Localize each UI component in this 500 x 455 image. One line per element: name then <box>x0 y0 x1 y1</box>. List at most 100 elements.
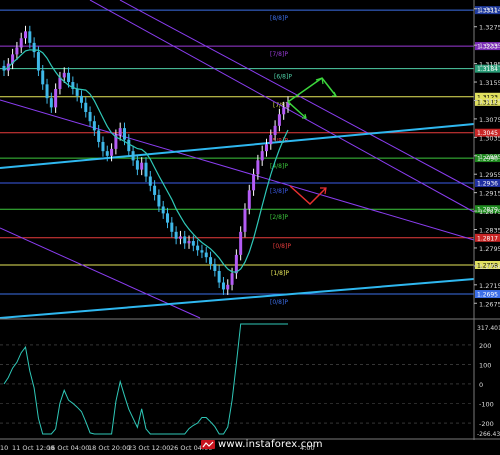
price-tick-label-4: 1.3155 <box>479 79 500 87</box>
candle-body <box>200 250 204 253</box>
murrey-label-2: [6/8]P <box>274 74 292 81</box>
price-tick-label-0: 1.3314 <box>479 6 500 14</box>
candle-body <box>277 114 281 126</box>
price-tick-label-16: 1.2675 <box>479 300 500 308</box>
candle-body <box>97 130 101 142</box>
cci-top-tag: 317.4012 <box>477 325 500 332</box>
cci-tick-1: 100 <box>479 361 491 369</box>
candle-body <box>148 176 152 186</box>
cci-tick-4: -200 <box>479 420 494 428</box>
price-tick-label-6: 1.3075 <box>479 116 500 124</box>
price-tick-label-14: 1.2756 <box>479 263 500 271</box>
price-tick-label-11: 1.2875 <box>479 208 500 216</box>
candle-body <box>247 190 251 209</box>
candle-body <box>191 241 195 246</box>
candle-body <box>84 102 88 112</box>
price-tick-label-7: 1.3035 <box>479 134 500 142</box>
candle-body <box>36 52 40 71</box>
candle-body <box>67 72 71 83</box>
candle-body <box>135 160 139 170</box>
price-tick-label-13: 1.2795 <box>479 245 500 253</box>
candle-body <box>161 206 165 214</box>
price-tick-label-9: 1.2955 <box>479 171 500 179</box>
candle-body <box>273 125 277 136</box>
candle-body <box>127 139 131 152</box>
price-tick-label-3: 1.3195 <box>479 61 500 69</box>
candle-body <box>41 70 45 85</box>
candle-body <box>157 194 161 207</box>
murrey-tag-8: 1.2817 <box>477 235 498 242</box>
murrey-label-8: [0/8]P <box>273 243 291 250</box>
candle-body <box>269 135 273 145</box>
candle-body <box>221 282 225 290</box>
candle-body <box>101 141 105 152</box>
price-tick-label-12: 1.2835 <box>479 227 500 235</box>
murrey-tag-6: 1.2936 <box>477 180 498 187</box>
candle-body <box>105 151 109 156</box>
candle-body <box>230 273 234 285</box>
candle-body <box>264 144 268 152</box>
candle-body <box>49 98 53 108</box>
candle-body <box>92 121 96 131</box>
candle-body <box>166 213 170 223</box>
candle-body <box>282 107 286 115</box>
candle-body <box>170 222 174 232</box>
candle-body <box>243 208 247 232</box>
price-tick-label-5: 1.3115 <box>479 97 500 105</box>
candle-body <box>79 95 83 103</box>
candle-body <box>28 31 32 43</box>
time-label-4: 23 Oct 12:00 <box>128 444 170 452</box>
candle-body <box>260 151 264 161</box>
murrey-label-1: [7/8]P <box>270 51 288 58</box>
price-tick-label-2: 1.3235 <box>479 42 500 50</box>
candle-body <box>15 47 19 55</box>
candle-body <box>183 236 187 244</box>
candle-body <box>178 236 182 239</box>
candle-body <box>54 88 58 108</box>
murrey-tag-10: 1.2695 <box>477 292 498 299</box>
cci-tick-3: -100 <box>479 401 494 409</box>
candle-body <box>45 84 49 99</box>
time-label-3: 18 Oct 20:00 <box>88 444 130 452</box>
cci-tick-2: 0 <box>479 381 483 389</box>
candle-body <box>217 270 221 283</box>
instaforex-logo-icon <box>201 440 215 449</box>
candle-body <box>153 185 157 195</box>
candle-body <box>62 72 66 78</box>
murrey-label-0: [8/8]P <box>270 15 288 22</box>
price-tick-label-10: 1.2915 <box>479 190 500 198</box>
cci-tick-0: 200 <box>479 342 491 350</box>
candle-body <box>213 264 217 271</box>
candle-body <box>239 231 243 255</box>
time-label-0: 10 <box>0 444 8 452</box>
candle-body <box>226 284 230 290</box>
candle-body <box>252 174 256 191</box>
candle-body <box>110 148 114 156</box>
candle-body <box>209 257 213 265</box>
candle-body <box>196 245 200 251</box>
candle-body <box>122 128 126 140</box>
murrey-label-9: [1/8]P <box>271 270 289 277</box>
murrey-label-7: [2/8]P <box>270 214 288 221</box>
cci-bottom-tag: -266.432 <box>477 431 500 438</box>
candle-body <box>88 111 92 122</box>
candle-body <box>75 88 79 96</box>
candle-body <box>131 151 135 161</box>
watermark: www.instaforex.com <box>218 439 323 450</box>
candle-body <box>19 38 23 48</box>
candle-body <box>140 162 144 170</box>
candle-body <box>187 241 191 244</box>
candle-body <box>118 128 122 136</box>
candle-body <box>234 254 238 274</box>
price-tick-label-8: 1.2995 <box>479 153 500 161</box>
candle-body <box>204 252 208 258</box>
candle-body <box>24 31 28 39</box>
price-tick-label-1: 1.3275 <box>479 24 500 32</box>
candle-body <box>174 231 178 239</box>
candle-body <box>256 160 260 175</box>
murrey-label-10: [0/8]P <box>270 299 288 306</box>
chart-canvas: [8/8]P1.3311[7/8]P1.3233[6/8]P1.3184[7/8… <box>0 0 500 455</box>
price-tick-label-15: 1.2715 <box>479 282 500 290</box>
candle-body <box>144 162 148 177</box>
time-label-2: 16 Oct 04:00 <box>47 444 89 452</box>
